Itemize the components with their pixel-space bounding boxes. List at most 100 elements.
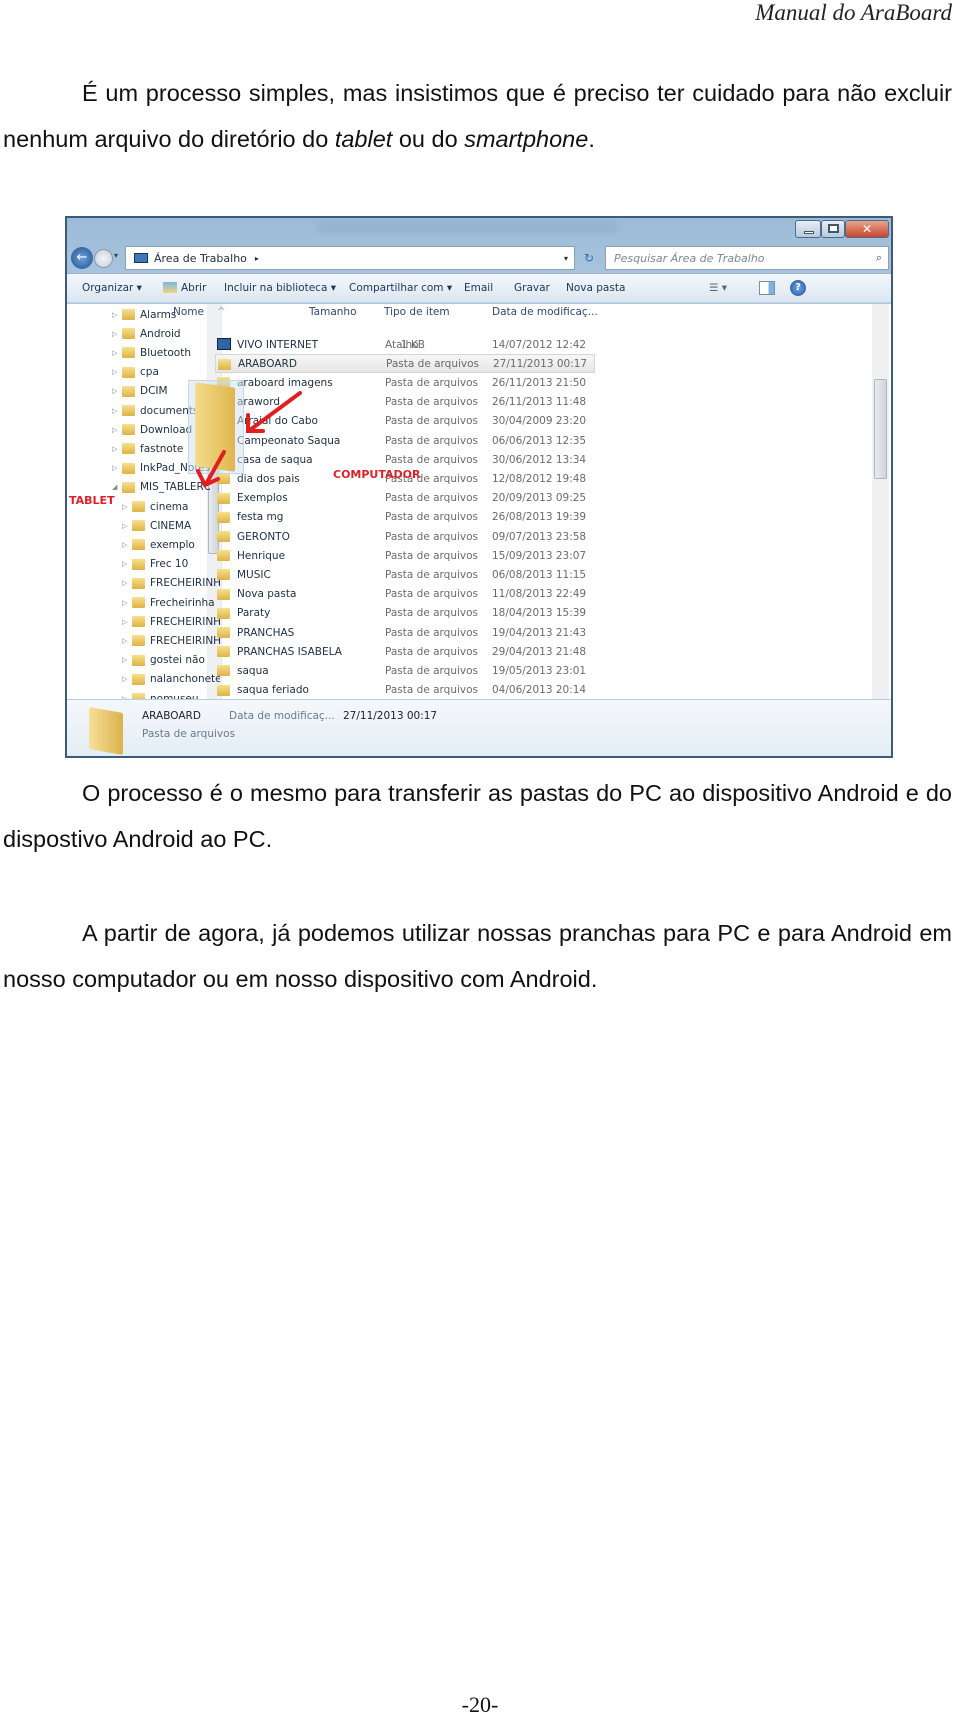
folder-icon <box>217 684 230 696</box>
folder-icon <box>132 558 145 570</box>
nav-item[interactable]: ▷ FRECHEIRINHA <box>122 631 220 650</box>
file-date: 19/04/2013 21:43 <box>492 626 587 639</box>
folder-icon <box>132 577 145 589</box>
folder-icon <box>217 531 230 542</box>
file-type: Pasta de arquivos <box>385 645 479 658</box>
burn-button[interactable]: Gravar <box>514 282 550 294</box>
maximize-button[interactable] <box>821 220 845 238</box>
nav-item[interactable]: ▷ CINEMA <box>122 516 220 535</box>
file-name: saqua <box>237 664 269 677</box>
file-row[interactable]: PRANCHAS ISABELA Pasta de arquivos 29/04/2… <box>215 642 595 661</box>
nav-item[interactable]: ▷ nalanchonete <box>122 670 220 689</box>
expand-arrow-icon[interactable]: ▷ <box>122 541 132 549</box>
forward-button[interactable] <box>94 249 113 268</box>
address-text: Área de Trabalho <box>154 251 247 265</box>
emphasis-smartphone: smartphone <box>464 126 589 152</box>
refresh-icon[interactable]: ↻ <box>577 247 601 269</box>
expand-arrow-icon[interactable]: ▷ <box>122 579 132 587</box>
paragraph-text: O processo é o mesmo para transferir as … <box>3 780 952 852</box>
view-options-icon[interactable]: ☰ ▾ <box>709 282 727 294</box>
file-row[interactable]: GERONTO Pasta de arquivos 09/07/2013 23:58 <box>215 527 595 546</box>
folder-icon <box>217 588 230 600</box>
breadcrumb-arrow-icon[interactable]: ▸ <box>255 254 259 263</box>
file-row[interactable]: festa mg Pasta de arquivos 26/08/2013 19:3… <box>215 508 595 527</box>
folder-icon <box>217 607 230 619</box>
search-input[interactable]: Pesquisar Área de Trabalho ⌕ <box>605 246 889 270</box>
file-row[interactable]: PRANCHAS Pasta de arquivos 19/04/2013 21:4… <box>215 623 595 642</box>
file-type: Pasta de arquivos <box>385 434 479 447</box>
file-row[interactable]: Nova pasta Pasta de arquivos 11/08/2013 22… <box>215 585 595 604</box>
nav-item[interactable]: ▷ FRECHEIRINHA <box>122 574 220 593</box>
email-button[interactable]: Email <box>464 282 493 294</box>
expand-arrow-icon[interactable]: ▷ <box>122 522 132 530</box>
column-header-type[interactable]: Tipo de item <box>384 306 450 325</box>
nav-item[interactable]: ▷ Frecheirinha <box>122 593 220 612</box>
nav-item-label: FRECHEIRINHA <box>150 577 220 590</box>
command-bar: Organizar ▾ Abrir Incluir na biblioteca … <box>67 273 891 303</box>
open-button[interactable]: Abrir <box>181 282 206 294</box>
file-date: 27/11/2013 00:17 <box>493 357 588 370</box>
search-icon[interactable]: ⌕ <box>876 251 882 265</box>
file-name: Paraty <box>237 607 271 620</box>
file-explorer-window: ✕ ← ▾ Área de Trabalho ▸ ▾ ↻ Pesquisar Á… <box>65 216 893 758</box>
folder-icon <box>132 616 145 628</box>
nav-item[interactable]: ▷ FRECHEIRINHA <box>122 612 220 631</box>
content-area: ▷ Alarms ▷ Android ▷ Bluetooth ▷ cpa ▷ DCIM ▷ docum… <box>67 304 891 699</box>
file-type: Pasta de arquivos <box>385 588 479 601</box>
expand-arrow-icon[interactable]: ▷ <box>122 637 132 645</box>
expand-arrow-icon[interactable]: ▷ <box>122 618 132 626</box>
file-row[interactable]: MUSIC Pasta de arquivos 06/08/2013 11:15 <box>215 565 595 584</box>
red-arrows <box>196 391 302 488</box>
file-type: Pasta de arquivos <box>385 415 479 428</box>
paragraph-1: É um processo simples, mas insistimos qu… <box>3 70 952 162</box>
computer-annotation: COMPUTADOR <box>333 468 421 481</box>
expand-arrow-icon[interactable]: ▷ <box>122 599 132 607</box>
folder-icon <box>217 627 230 638</box>
folder-large-icon <box>89 707 123 755</box>
share-button[interactable]: Compartilhar com ▾ <box>349 282 452 294</box>
file-row[interactable]: Paraty Pasta de arquivos 18/04/2013 15:39 <box>215 604 595 623</box>
file-date: 20/09/2013 09:25 <box>492 492 587 505</box>
nav-item[interactable]: ▷ Frec 10 <box>122 555 220 574</box>
column-header-date[interactable]: Data de modificaç... <box>492 306 598 325</box>
search-placeholder: Pesquisar Área de Trabalho <box>614 251 765 265</box>
new-folder-button[interactable]: Nova pasta <box>566 282 625 294</box>
nav-item[interactable]: ▷ nomuseu <box>122 689 220 699</box>
expand-arrow-icon[interactable]: ▷ <box>122 560 132 568</box>
address-bar[interactable]: Área de Trabalho ▸ ▾ <box>125 246 575 270</box>
nav-item-label: gostei não <box>150 654 205 667</box>
nav-item-label: exemplo <box>150 538 195 551</box>
folder-icon <box>132 693 145 699</box>
folder-icon <box>217 511 230 523</box>
file-row[interactable]: saqua Pasta de arquivos 19/05/2013 23:01 <box>215 661 595 680</box>
expand-arrow-icon[interactable]: ▷ <box>122 695 132 700</box>
close-button[interactable]: ✕ <box>845 220 889 238</box>
help-icon[interactable]: ? <box>790 280 806 296</box>
preview-pane-icon[interactable] <box>759 281 775 295</box>
minimize-button[interactable] <box>795 220 821 238</box>
file-type: Pasta de arquivos <box>385 607 479 620</box>
folder-icon <box>132 635 145 647</box>
file-type: Pasta de arquivos <box>385 511 479 524</box>
expand-arrow-icon[interactable]: ▷ <box>122 675 132 683</box>
folder-icon <box>132 597 145 608</box>
address-dropdown-icon[interactable]: ▾ <box>564 254 568 263</box>
file-name: PRANCHAS ISABELA <box>237 645 342 658</box>
organize-button[interactable]: Organizar ▾ <box>82 282 142 294</box>
file-row[interactable]: saqua feriado Pasta de arquivos 04/06/2013… <box>215 681 595 700</box>
file-date: 14/07/2012 12:42 <box>492 338 587 351</box>
nav-item[interactable]: ▷ gostei não <box>122 651 220 670</box>
file-type: Pasta de arquivos <box>385 396 479 409</box>
nav-item-label: CINEMA <box>150 519 192 532</box>
recent-pages-dropdown[interactable]: ▾ <box>114 251 118 260</box>
folder-icon <box>132 654 145 666</box>
file-row[interactable]: Henrique Pasta de arquivos 15/09/2013 23:0… <box>215 546 595 565</box>
back-button[interactable]: ← <box>71 247 93 269</box>
file-type: Pasta de arquivos <box>385 453 479 466</box>
expand-arrow-icon[interactable]: ▷ <box>122 656 132 664</box>
include-library-button[interactable]: Incluir na biblioteca ▾ <box>224 282 336 294</box>
file-list-scrollbar-thumb[interactable] <box>874 379 887 479</box>
file-date: 09/07/2013 23:58 <box>492 530 587 543</box>
nav-item[interactable]: ▷ exemplo <box>122 535 220 554</box>
file-list-scrollbar[interactable] <box>872 304 889 699</box>
